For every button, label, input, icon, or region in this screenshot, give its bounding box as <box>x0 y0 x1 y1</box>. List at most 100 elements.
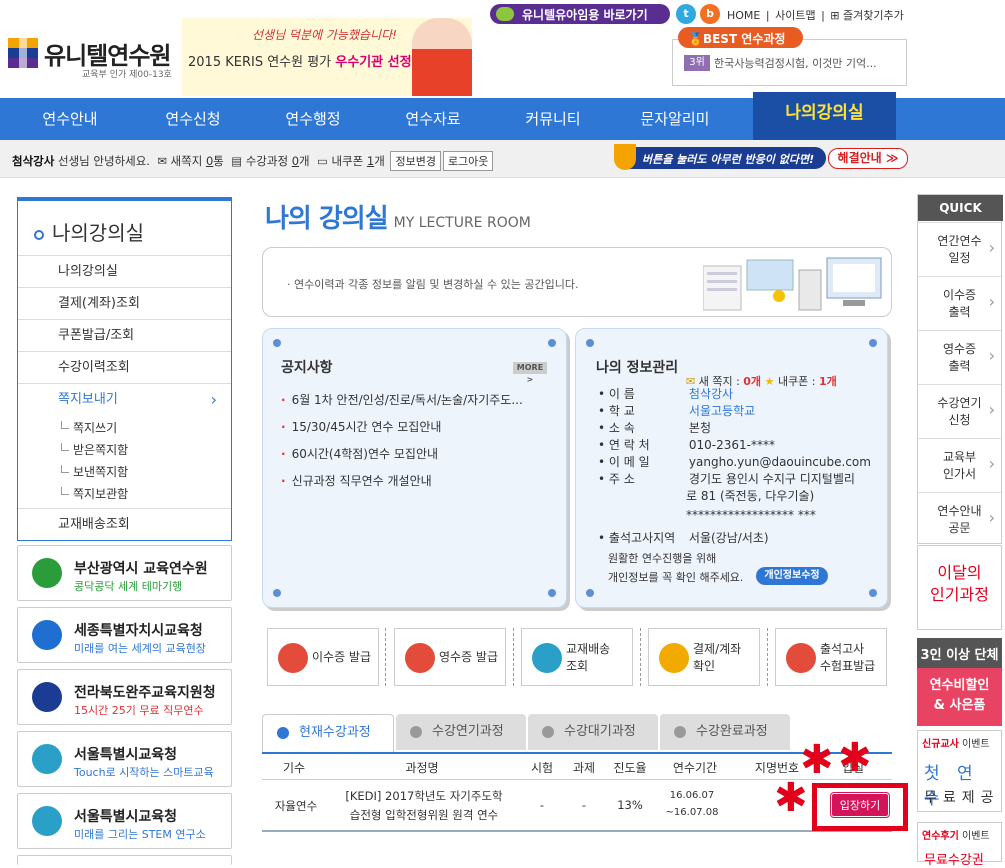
nav-training-guide[interactable]: 연수안내 <box>10 98 130 140</box>
qm-receipt[interactable]: 영수증 출력 <box>918 330 1001 384</box>
coupon-label: 내쿠폰 <box>331 154 364 168</box>
sidebar-item-my-room[interactable]: 나의강의실 <box>18 255 231 287</box>
nav-training-materials[interactable]: 연수자료 <box>373 98 493 140</box>
notice-item[interactable]: 15/30/45시간 연수 모집안내 <box>281 418 442 435</box>
medal-icon: 🏅 <box>688 32 703 46</box>
sidebar-item-payment[interactable]: 결제(계좌)조회 <box>18 287 231 319</box>
notice-item[interactable]: 신규과정 직무연수 개설안내 <box>281 472 432 489</box>
receipt-issue-button[interactable]: 영수증 발급 <box>394 628 506 686</box>
quick-label: 영수증 발급 <box>439 650 499 664</box>
qm-certificate[interactable]: 이수증 출력 <box>918 276 1001 330</box>
certificate-icon <box>278 643 308 673</box>
info-coupon-count[interactable]: 1개 <box>819 375 837 388</box>
org-name: 전라북도완주교육지원청 <box>74 685 216 701</box>
qm-notice-doc[interactable]: 연수안내 공문 <box>918 492 1001 544</box>
tab-label: 현재수강과정 <box>299 725 371 740</box>
twitter-icon[interactable]: t <box>676 4 696 24</box>
edit-personal-info-button[interactable]: 개인정보수정 <box>756 567 828 585</box>
sidebar-item-delivery[interactable]: 교재배송조회 <box>18 508 231 540</box>
kindergarten-link-button[interactable]: 유니텔유아임용 바로가기 <box>490 4 670 24</box>
info-key: 연 락 처 <box>608 438 650 452</box>
course-count[interactable]: 0 <box>292 154 299 168</box>
review-event-banner[interactable]: 연수후기 이벤트 무료수강권 <box>917 822 1002 868</box>
tab-waiting[interactable]: 수강대기과정 <box>528 714 658 750</box>
info-coupon-label: 내쿠폰 : <box>777 375 819 388</box>
info-row-phone: • 연 락 처 010-2361-**** <box>598 438 776 452</box>
nav-community[interactable]: 커뮤니티 <box>493 98 613 140</box>
sidebar-title-text: 나의강의실 <box>52 221 144 245</box>
delivery-check-button[interactable]: 교재배송 조회 <box>521 628 633 686</box>
org-banner-busan[interactable]: 부산광역시 교육연수원 콩닥콩닥 세계 테마기행 <box>17 545 232 601</box>
info-key: 주 소 <box>608 472 635 486</box>
info-value: 첨삭강사 <box>688 387 734 401</box>
sidebar-item-history[interactable]: 수강이력조회 <box>18 351 231 383</box>
quick-menu: QUICK MENU 연간연수 일정 이수증 출력 영수증 출력 수강연기 신청… <box>917 194 1003 544</box>
logo-text[interactable]: 유니텔연수원 <box>44 36 171 71</box>
separator: | <box>765 9 770 22</box>
nav-sms[interactable]: 문자알리미 <box>615 98 735 140</box>
notice-item[interactable]: 6월 1차 안전/인성/진로/독서/논술/자기주도... <box>281 391 523 408</box>
org-banner-jeonbuk[interactable]: 전라북도완주교육지원청 15시간 25기 무료 직무연수 <box>17 669 232 725</box>
exam-ticket-button[interactable]: 출석고사 수험표발급 <box>775 628 887 686</box>
org-sub: 15시간 25기 무료 직무연수 <box>74 704 204 717</box>
circle-arrow-icon <box>674 726 686 738</box>
sidebar-sub-write[interactable]: 쪽지쓰기 <box>60 419 117 436</box>
nav-training-apply[interactable]: 연수신청 <box>133 98 253 140</box>
logo-icon[interactable] <box>8 38 38 68</box>
qm-license[interactable]: 교육부 인가서 <box>918 438 1001 492</box>
org-banner-sejong[interactable]: 세종특별자치시교육청 미래를 여는 세계의 교육현장 <box>17 607 232 663</box>
group-discount-banner[interactable]: 3인 이상 단체 연수비할인 & 사은품 <box>917 638 1002 726</box>
user-summary: 첨삭강사 선생님 안녕하세요. ✉ 새쪽지 0통 ▤ 수강과정 0개 ▭ 내쿠폰… <box>12 151 494 171</box>
nav-training-admin[interactable]: 연수행정 <box>253 98 373 140</box>
page-title-text: 나의 강의실 <box>265 204 389 234</box>
sidebar-sub-sent[interactable]: 보낸쪽지함 <box>60 463 128 480</box>
best-course-link[interactable]: 한국사능력검정시험, 이것만 기억... <box>714 55 877 71</box>
enter-course-button[interactable]: 입장하기 <box>831 793 889 817</box>
qm-postpone[interactable]: 수강연기 신청 <box>918 384 1001 438</box>
sidebar-sub-inbox[interactable]: 받은쪽지함 <box>60 441 128 458</box>
mail-unit: 통 <box>213 154 224 168</box>
certificate-issue-button[interactable]: 이수증 발급 <box>267 628 379 686</box>
sidebar-item-coupon[interactable]: 쿠폰발급/조회 <box>18 319 231 351</box>
course-icon: ▤ <box>231 154 243 168</box>
pin-icon <box>273 589 281 597</box>
org-banner-seoul-1[interactable]: 서울특별시교육청 Touch로 시작하는 스마트교육 <box>17 731 232 787</box>
keris-banner[interactable]: 선생님 덕분에 가능했습니다! 2015 KERIS 연수원 평가 우수기관 선… <box>182 18 472 96</box>
solution-guide-button[interactable]: 해결안내 ≫ <box>828 148 908 169</box>
bookmark-link[interactable]: ⊞ 즐겨찾기추가 <box>830 9 903 22</box>
new-teacher-event-banner[interactable]: 신규교사 이벤트 첫 연 수 무료제공 <box>917 730 1002 812</box>
payment-check-button[interactable]: 결제/계좌 확인 <box>648 628 760 686</box>
hot-course-banner[interactable]: 이달의 인기과정 <box>917 545 1002 630</box>
tab-completed[interactable]: 수강완료과정 <box>660 714 790 750</box>
group-body: 연수비할인 & 사은품 <box>917 668 1002 726</box>
nav-my-room[interactable]: 나의강의실 <box>753 92 896 140</box>
tab-postponed[interactable]: 수강연기과정 <box>396 714 526 750</box>
tab-label: 수강대기과정 <box>564 724 636 739</box>
shield-icon <box>614 144 636 170</box>
info-key: 이 메 일 <box>608 455 650 469</box>
divider <box>513 628 514 686</box>
notice-item[interactable]: 60시간(4학점)연수 모집안내 <box>281 445 438 462</box>
org-banner-seoul-2[interactable]: 서울특별시교육청 미래를 그리는 STEM 연구소 <box>17 793 232 849</box>
circle-arrow-icon <box>410 726 422 738</box>
intro-box: · 연수이력과 각종 정보를 알림 및 변경하실 수 있는 공간입니다. <box>262 247 892 317</box>
sitemap-link[interactable]: 사이트맵 <box>775 9 815 22</box>
review-label: 연수후기 <box>922 831 959 842</box>
intro-text: · 연수이력과 각종 정보를 알림 및 변경하실 수 있는 공간입니다. <box>287 278 579 291</box>
sejong-logo-icon <box>32 620 62 650</box>
edit-info-button[interactable]: 정보변경 <box>390 151 441 171</box>
blog-icon[interactable]: b <box>700 4 720 24</box>
home-link[interactable]: HOME <box>727 9 760 22</box>
info-value: 010-2361-**** <box>688 438 776 452</box>
tab-current[interactable]: 현재수강과정 <box>262 714 394 752</box>
info-row-email: • 이 메 일 yangho.yun@daouincube.com <box>598 455 871 469</box>
seoul-logo-icon <box>32 806 62 836</box>
sidebar-item-send-note[interactable]: 쪽지보내기 › <box>18 383 231 415</box>
info-mail-count[interactable]: 0개 <box>743 375 761 388</box>
sidebar-sub-archive[interactable]: 쪽지보관함 <box>60 485 128 502</box>
notice-more-button[interactable]: MORE > <box>513 362 547 384</box>
qm-annual-schedule[interactable]: 연간연수 일정 <box>918 222 1001 276</box>
info-value: 경기도 용인시 수지구 디지털벨리 <box>688 472 855 486</box>
star-icon: ★ <box>764 375 775 388</box>
logout-button[interactable]: 로그아웃 <box>442 151 494 171</box>
